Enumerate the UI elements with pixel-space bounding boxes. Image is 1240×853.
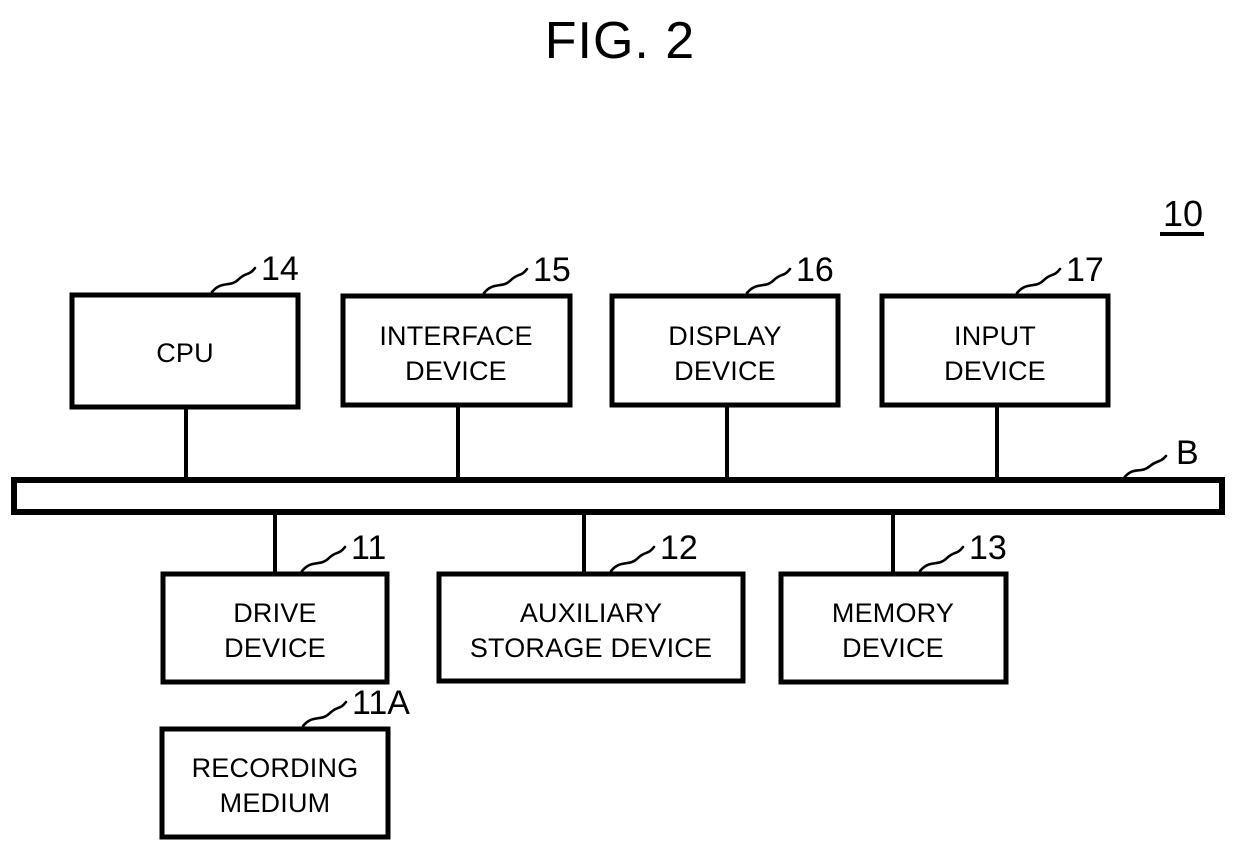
block-drive-device-label-line2: DEVICE	[224, 633, 326, 663]
block-cpu-label-line1: CPU	[156, 338, 214, 368]
block-interface-device: INTERFACE DEVICE 15	[340, 251, 573, 408]
block-drive-device-label-line1: DRIVE	[233, 598, 317, 628]
block-input-device: INPUT DEVICE 17	[879, 251, 1111, 408]
block-memory-device-ref-number: 13	[969, 529, 1007, 567]
block-display-device-label-line2: DEVICE	[674, 356, 776, 386]
leader-line-cpu	[210, 266, 257, 294]
system-reference-10: 10	[1160, 193, 1204, 236]
leader-line-bus	[1122, 454, 1168, 480]
block-auxiliary-storage-device-ref-number: 12	[660, 529, 698, 567]
block-memory-device-label-line2: DEVICE	[842, 633, 944, 663]
block-drive-device-rect	[160, 571, 390, 685]
block-recording-medium: RECORDING MEDIUM 11A	[159, 684, 410, 840]
block-recording-medium-label-line2: MEDIUM	[220, 788, 331, 818]
leader-line-display-device	[745, 267, 792, 295]
block-drive-device-ref-number: 11	[351, 529, 386, 567]
block-display-device-ref-number: 16	[796, 251, 834, 289]
leader-line-memory-device	[918, 545, 965, 573]
block-auxiliary-storage-device: AUXILIARY STORAGE DEVICE 12	[436, 529, 746, 684]
block-cpu: CPU 14	[69, 250, 301, 410]
block-input-device-label-line1: INPUT	[954, 321, 1036, 351]
block-interface-device-label-line1: INTERFACE	[379, 321, 532, 351]
leader-line-recording-medium	[301, 700, 348, 728]
block-recording-medium-label-line1: RECORDING	[192, 753, 359, 783]
system-ref-number: 10	[1163, 193, 1203, 234]
patent-figure-page: FIG. 2 10 B CPU 14 INTERFACE DEVICE 15 D…	[0, 0, 1240, 853]
leader-line-auxiliary-storage-device	[609, 545, 656, 573]
leader-line-drive-device	[300, 545, 347, 573]
leader-line-interface-device	[482, 267, 529, 295]
block-display-device-label-line1: DISPLAY	[668, 321, 781, 351]
leader-line-input-device	[1015, 267, 1062, 295]
block-auxiliary-storage-device-label-line2: STORAGE DEVICE	[470, 633, 712, 663]
block-diagram: FIG. 2 10 B CPU 14 INTERFACE DEVICE 15 D…	[11, 12, 1225, 840]
block-display-device: DISPLAY DEVICE 16	[609, 251, 841, 408]
block-auxiliary-storage-device-label-line1: AUXILIARY	[520, 598, 662, 628]
bus-ref-number: B	[1176, 434, 1199, 472]
figure-title: FIG. 2	[545, 12, 695, 70]
system-bus	[11, 477, 1225, 515]
block-memory-device-label-line1: MEMORY	[832, 598, 954, 628]
block-memory-device-rect	[778, 571, 1009, 685]
block-input-device-label-line2: DEVICE	[944, 356, 1046, 386]
block-interface-device-ref-number: 15	[533, 251, 571, 289]
block-recording-medium-rect	[159, 726, 391, 840]
block-recording-medium-ref-number: 11A	[352, 684, 410, 722]
block-interface-device-label-line2: DEVICE	[405, 356, 507, 386]
block-input-device-ref-number: 17	[1066, 251, 1104, 289]
block-cpu-ref-number: 14	[261, 250, 299, 288]
